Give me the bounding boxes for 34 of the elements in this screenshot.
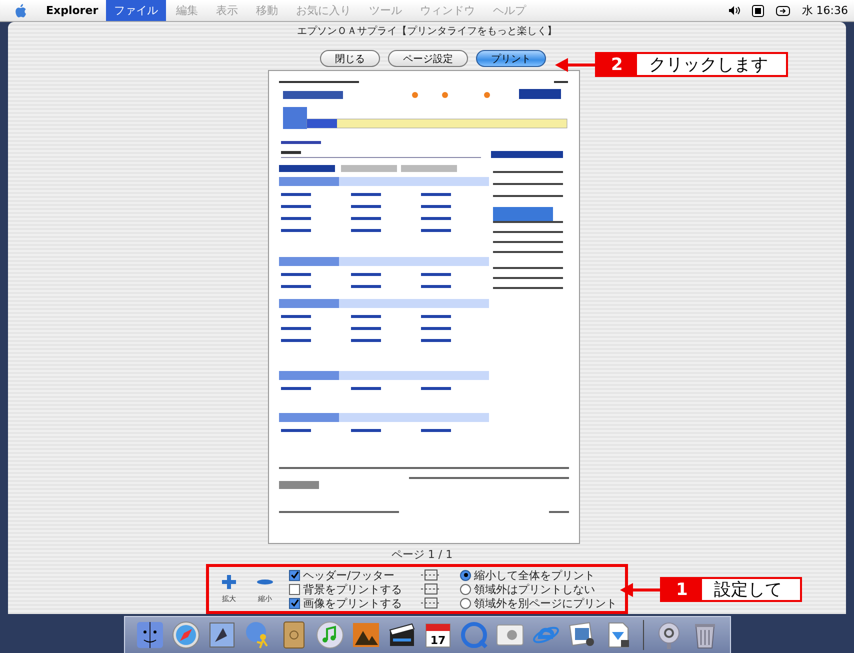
radio-label: 領域外を別ページにプリント — [474, 596, 617, 610]
apple-logo-icon[interactable] — [14, 3, 28, 19]
input-menu-icon[interactable] — [776, 6, 790, 16]
photo-icon[interactable] — [350, 620, 380, 650]
window-title: エプソンＯＡサプライ【プリンタライフをもっと楽しく】 — [296, 24, 558, 38]
checkbox[interactable] — [289, 584, 300, 594]
checkbox-label: 背景をプリントする — [303, 582, 402, 596]
plus-icon — [221, 574, 237, 590]
page-number: ページ 1 / 1 — [390, 547, 454, 562]
compass-icon[interactable] — [170, 620, 200, 650]
radio-button[interactable] — [460, 584, 471, 594]
checkbox[interactable] — [289, 598, 300, 608]
step-number: 1 — [662, 579, 702, 600]
radio-label: 領域外はプリントしない — [474, 582, 595, 596]
display-icon[interactable] — [752, 4, 764, 16]
radio-button[interactable] — [460, 570, 471, 580]
toolbar-button[interactable]: プリント — [476, 50, 546, 67]
callout-text: クリックします — [648, 54, 769, 75]
checkbox[interactable] — [289, 570, 300, 580]
menu-item[interactable]: ファイル — [106, 0, 166, 21]
app-menu[interactable]: Explorer — [40, 1, 104, 20]
page-layout-icon — [420, 568, 442, 610]
step-number: 2 — [597, 54, 637, 75]
radio-label: 縮小して全体をプリント — [474, 568, 595, 582]
music-note-icon[interactable] — [314, 620, 344, 650]
toolbar-button[interactable]: 閉じる — [320, 50, 380, 67]
radio-button[interactable] — [460, 598, 471, 608]
callout-text: 設定して — [712, 579, 783, 600]
face-icon[interactable] — [134, 620, 164, 650]
checkbox-label: ヘッダー/フッター — [303, 568, 395, 582]
toolbar-button[interactable]: ページ設定 — [388, 50, 468, 67]
menu-clock[interactable]: 水 16:36 — [802, 3, 848, 18]
checkbox-label: 画像をプリントする — [303, 596, 402, 610]
speaker-icon[interactable] — [728, 5, 740, 16]
